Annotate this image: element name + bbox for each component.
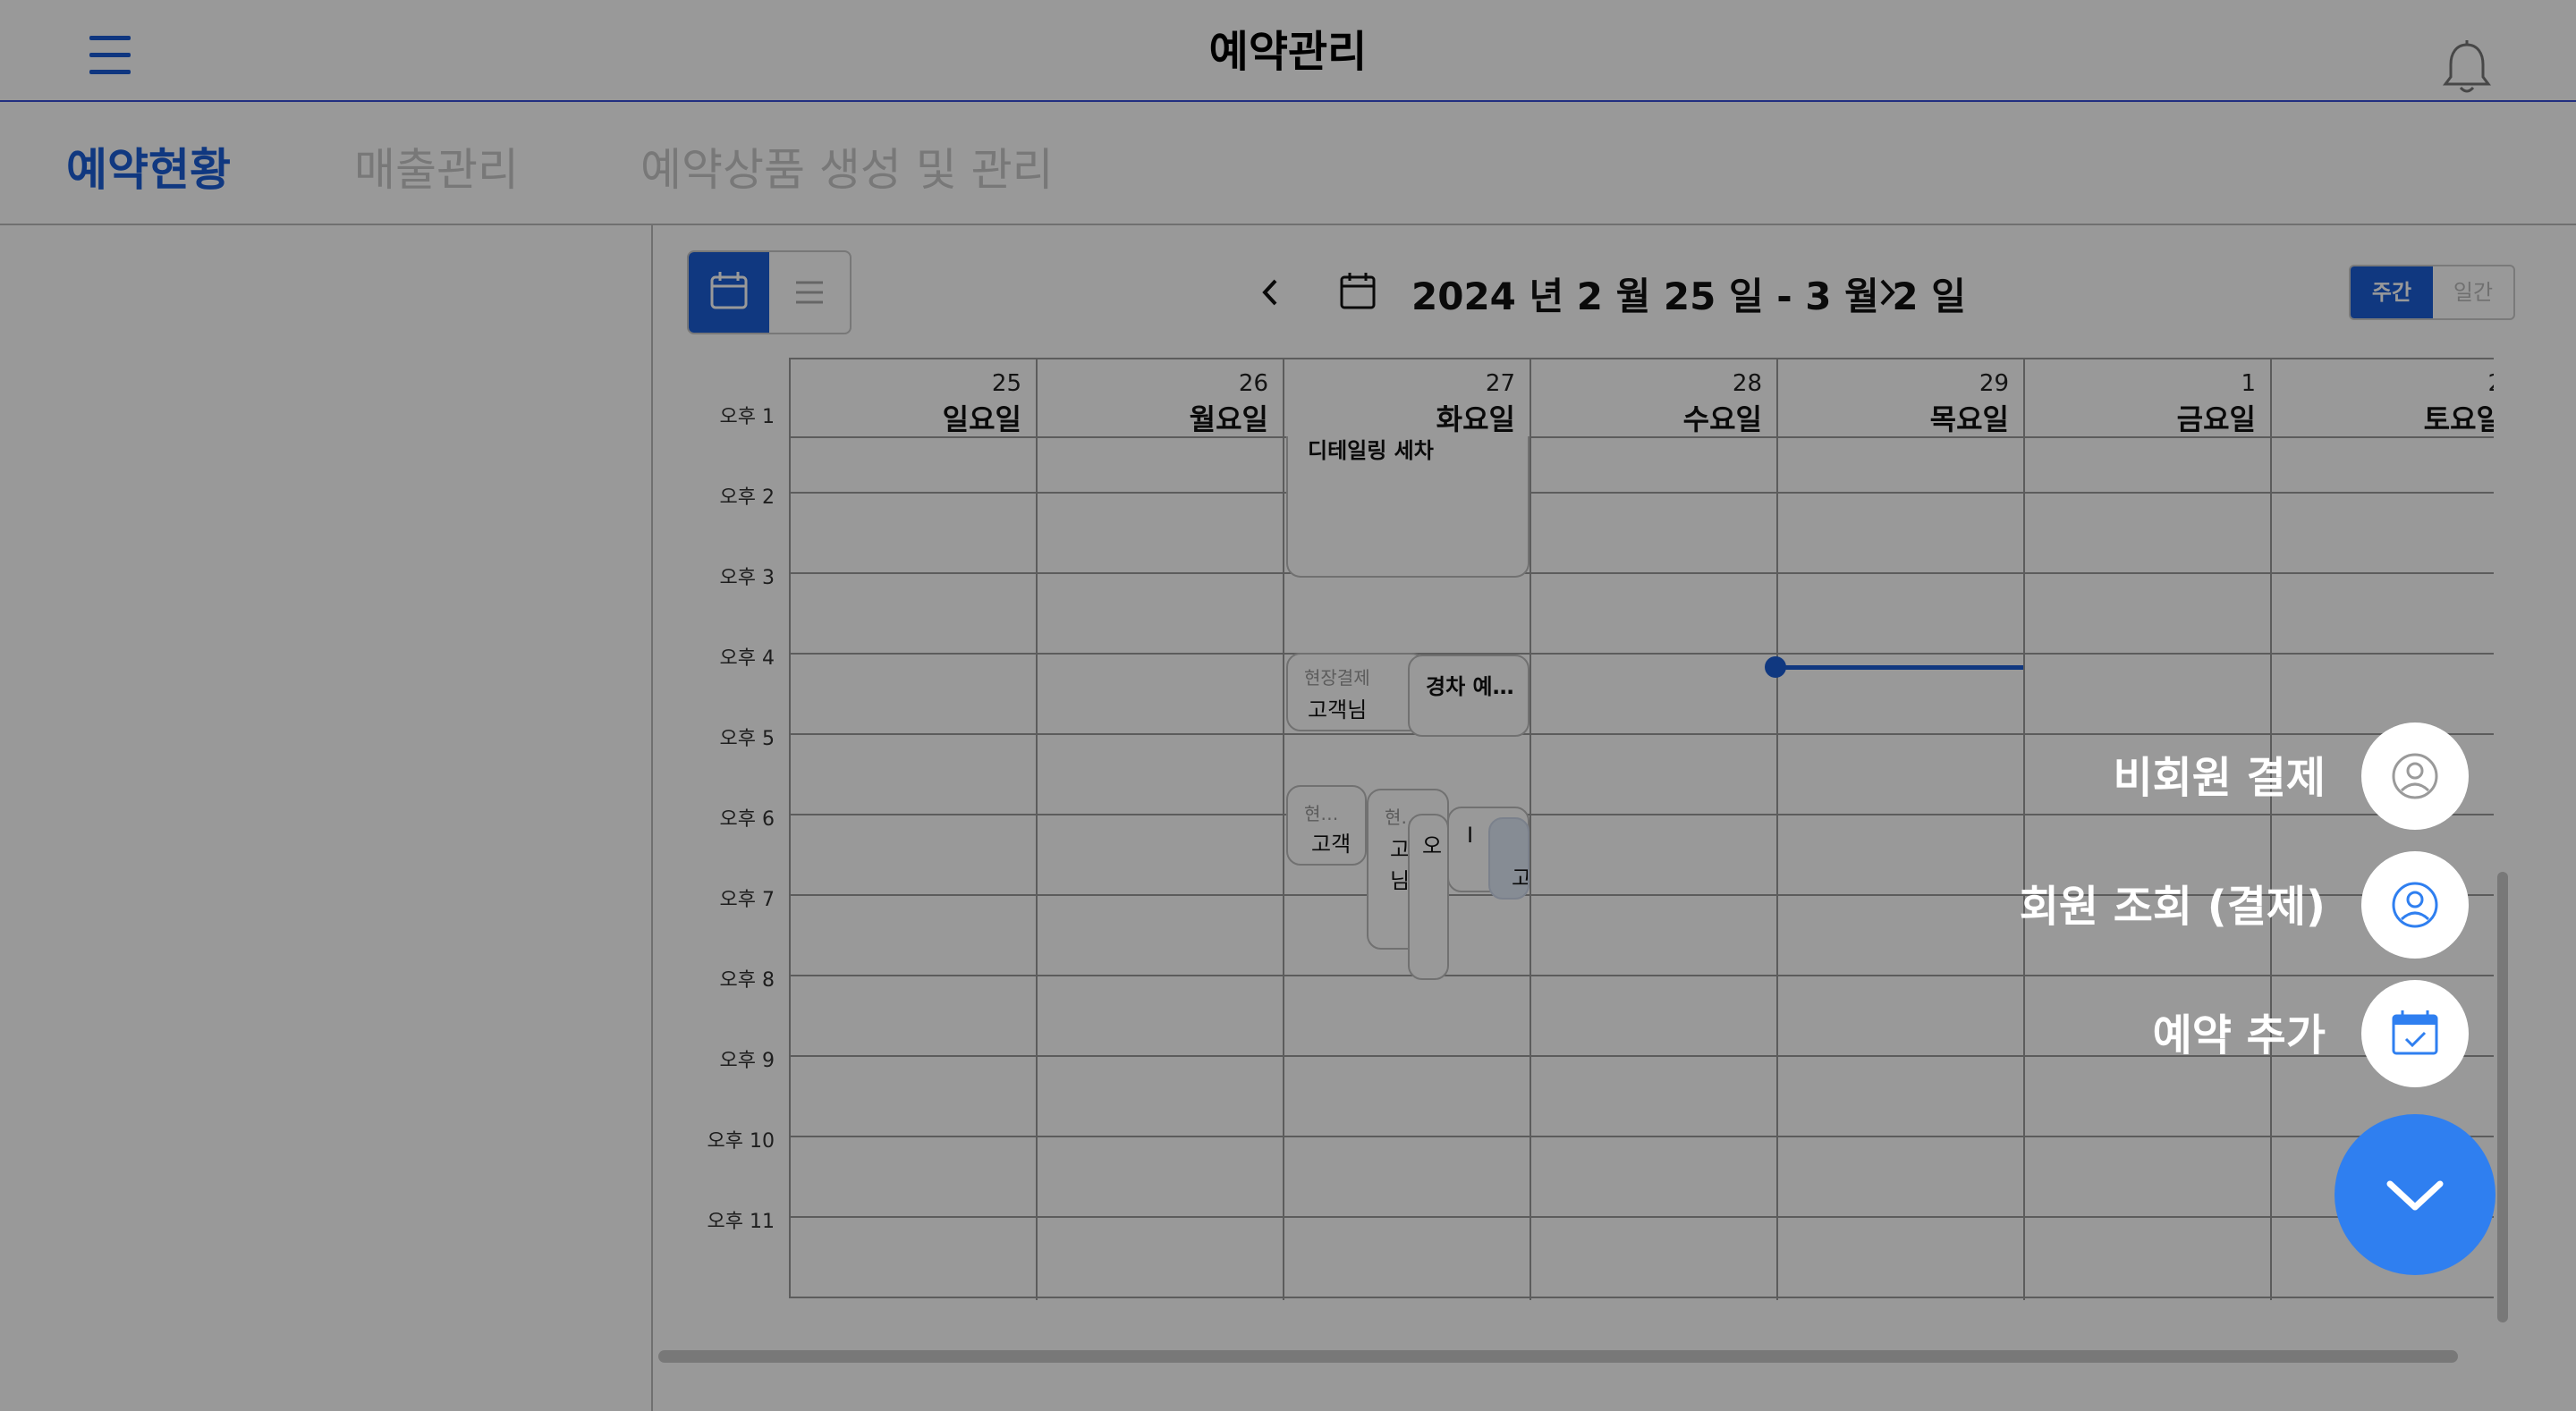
chevron-down-icon (2386, 1180, 2444, 1211)
fab-item-nonmember-payment[interactable]: 비회원 결제 (1914, 722, 2469, 830)
modal-overlay[interactable] (0, 0, 2576, 1411)
fab-item-member-lookup[interactable]: 회원 조회 (결제) (1914, 851, 2469, 959)
user-circle-icon[interactable] (2361, 722, 2469, 830)
fab-toggle-button[interactable] (2334, 1114, 2496, 1275)
calendar-check-icon[interactable] (2361, 980, 2469, 1087)
fab-label: 비회원 결제 (2113, 753, 2326, 803)
fab-label: 예약 추가 (2152, 1010, 2326, 1060)
user-circle-icon[interactable] (2361, 851, 2469, 959)
fab-item-add-reservation[interactable]: 예약 추가 (1914, 980, 2469, 1087)
fab-label: 회원 조회 (결제) (2019, 882, 2326, 932)
